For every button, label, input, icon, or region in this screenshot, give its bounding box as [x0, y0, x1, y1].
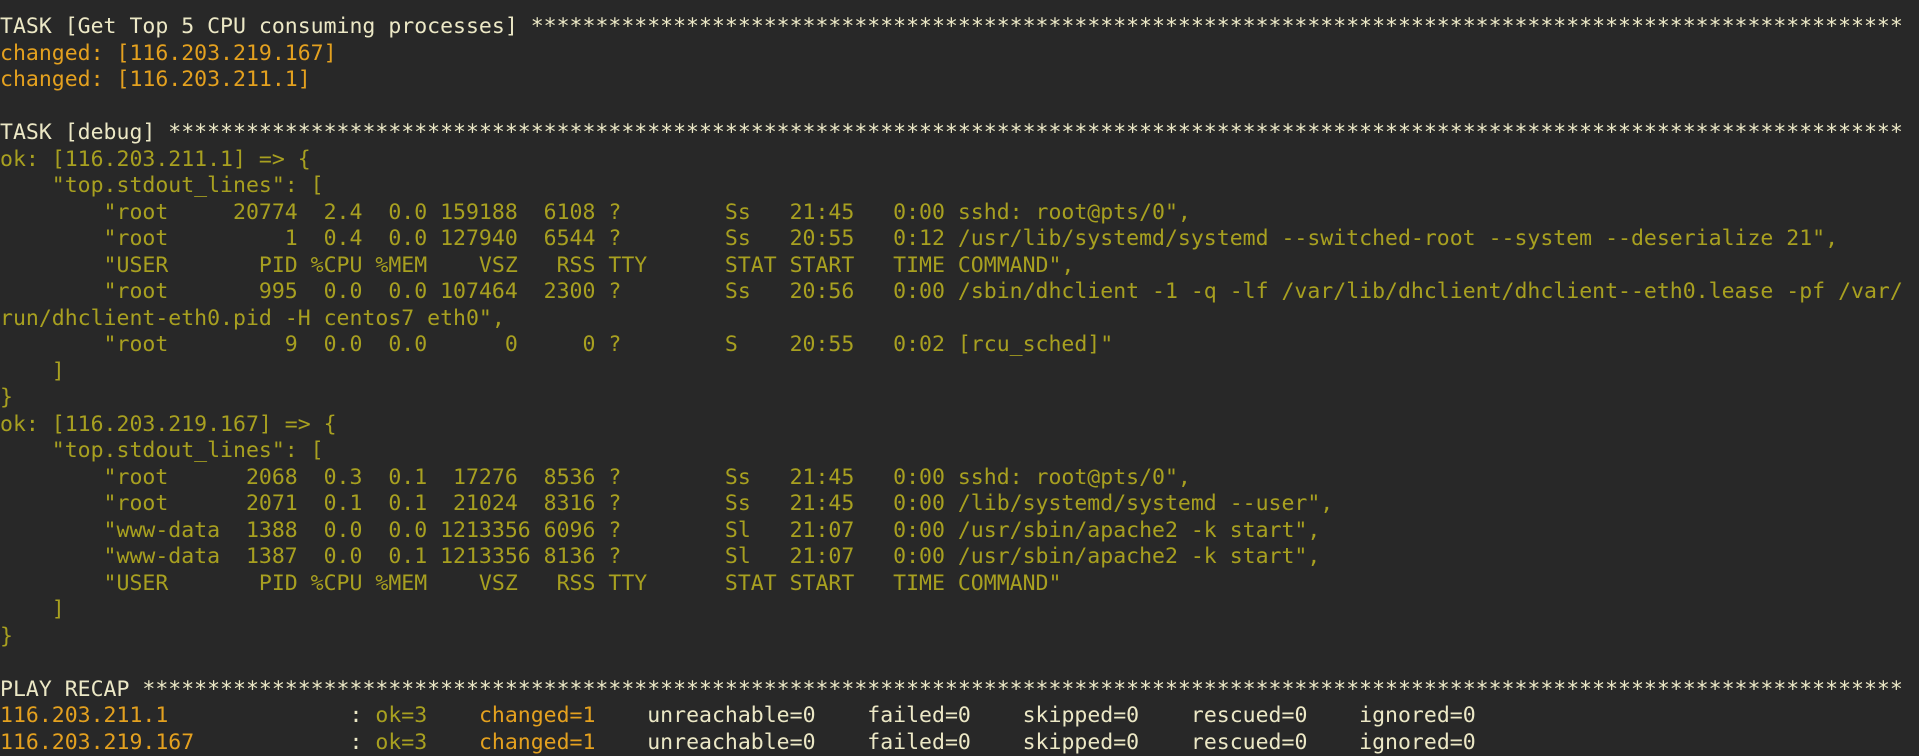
- recap-changed: changed=1: [479, 703, 647, 728]
- process-line: "www-data 1387 0.0 0.1 1213356 8136 ? Sl…: [0, 544, 1919, 571]
- recap-rest: unreachable=0 failed=0 skipped=0 rescued…: [647, 703, 1475, 728]
- terminal-output: TASK [Get Top 5 CPU consuming processes]…: [0, 0, 1919, 756]
- host-open: ok: [116.203.211.1] => {: [0, 147, 1919, 174]
- process-line: "USER PID %CPU %MEM VSZ RSS TTY STAT STA…: [0, 253, 1919, 280]
- recap-host: 116.203.211.1: [0, 703, 337, 728]
- task-header: TASK [debug] ***************************…: [0, 120, 1919, 147]
- host-close: }: [0, 624, 1919, 651]
- recap-rest: unreachable=0 failed=0 skipped=0 rescued…: [647, 730, 1475, 755]
- list-close: ]: [0, 597, 1919, 624]
- recap-ok: ok=3: [375, 703, 479, 728]
- process-line: "USER PID %CPU %MEM VSZ RSS TTY STAT STA…: [0, 571, 1919, 598]
- changed-result: changed: [116.203.219.167]: [0, 41, 1919, 68]
- host-open: ok: [116.203.219.167] => {: [0, 412, 1919, 439]
- recap-host: 116.203.219.167: [0, 730, 337, 755]
- process-line: "root 2071 0.1 0.1 21024 8316 ? Ss 21:45…: [0, 491, 1919, 518]
- host-output: ok: [116.203.211.1] => { "top.stdout_lin…: [0, 147, 1919, 412]
- host-close: }: [0, 385, 1919, 412]
- recap-ok: ok=3: [375, 730, 479, 755]
- process-line: "root 20774 2.4 0.0 159188 6108 ? Ss 21:…: [0, 200, 1919, 227]
- process-line: "root 1 0.4 0.0 127940 6544 ? Ss 20:55 0…: [0, 226, 1919, 253]
- changed-result: changed: [116.203.211.1]: [0, 67, 1919, 94]
- process-line: "root 995 0.0 0.0 107464 2300 ? Ss 20:56…: [0, 279, 1916, 332]
- recap-row: 116.203.211.1 : ok=3 changed=1 unreachab…: [0, 703, 1919, 730]
- task-header: TASK [Get Top 5 CPU consuming processes]…: [0, 14, 1919, 41]
- host-output: ok: [116.203.219.167] => { "top.stdout_l…: [0, 412, 1919, 651]
- recap-header: PLAY RECAP *****************************…: [0, 677, 1919, 704]
- blank-line: [0, 650, 1919, 677]
- key-line: "top.stdout_lines": [: [0, 173, 1919, 200]
- process-line: "root 9 0.0 0.0 0 0 ? S 20:55 0:02 [rcu_…: [0, 332, 1919, 359]
- key-line: "top.stdout_lines": [: [0, 438, 1919, 465]
- process-line: "www-data 1388 0.0 0.0 1213356 6096 ? Sl…: [0, 518, 1919, 545]
- recap-changed: changed=1: [479, 730, 647, 755]
- recap-row: 116.203.219.167 : ok=3 changed=1 unreach…: [0, 730, 1919, 756]
- blank-line: [0, 94, 1919, 121]
- process-line: "root 2068 0.3 0.1 17276 8536 ? Ss 21:45…: [0, 465, 1919, 492]
- list-close: ]: [0, 359, 1919, 386]
